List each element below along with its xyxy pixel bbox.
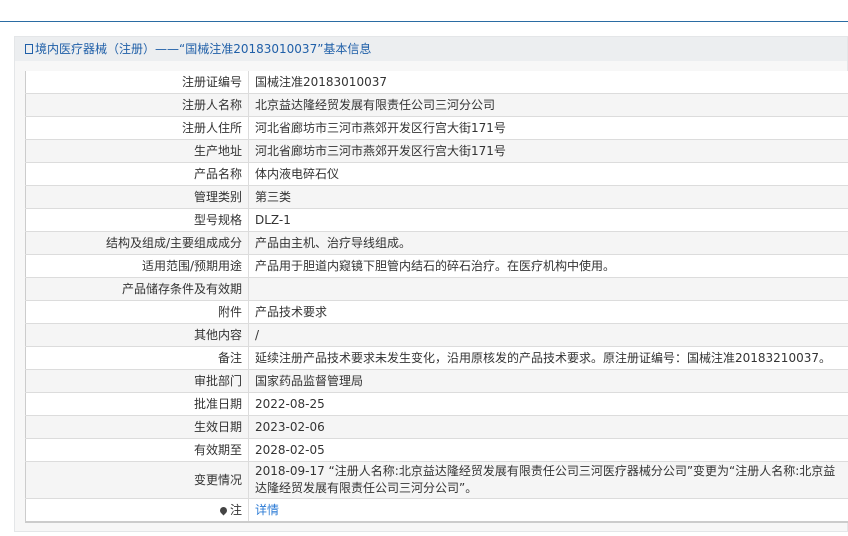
table-row: 生效日期 2023-02-06 <box>25 415 848 439</box>
field-label: 结构及组成/主要组成成分 <box>25 231 249 255</box>
field-value: 2022-08-25 <box>248 392 848 416</box>
table-row: 产品储存条件及有效期 <box>25 277 848 301</box>
field-value: 第三类 <box>248 185 848 209</box>
table-row: 批准日期 2022-08-25 <box>25 392 848 416</box>
field-label: 管理类别 <box>25 185 249 209</box>
field-label: 产品名称 <box>25 162 249 186</box>
field-value: 2018-09-17 “注册人名称:北京益达隆经贸发展有限责任公司三河医疗器械分… <box>248 461 848 499</box>
panel-title: 境内医疗器械（注册）——“国械注准20183010037”基本信息 <box>35 42 372 56</box>
top-divider <box>0 21 848 22</box>
field-label: 注册证编号 <box>25 71 249 94</box>
field-label: 变更情况 <box>25 461 249 499</box>
table-row: 变更情况 2018-09-17 “注册人名称:北京益达隆经贸发展有限责任公司三河医… <box>25 461 848 499</box>
field-value: 产品用于胆道内窥镜下胆管内结石的碎石治疗。在医疗机构中使用。 <box>248 254 848 278</box>
table-row: 型号规格 DLZ-1 <box>25 208 848 232</box>
table-row: 有效期至 2028-02-05 <box>25 438 848 462</box>
field-label: 有效期至 <box>25 438 249 462</box>
field-value: DLZ-1 <box>248 208 848 232</box>
field-value: 延续注册产品技术要求未发生变化，沿用原核发的产品技术要求。原注册证编号：国械注准… <box>248 346 848 370</box>
field-label: 其他内容 <box>25 323 249 347</box>
table-row: 审批部门 国家药品监督管理局 <box>25 369 848 393</box>
table-row: 附件 产品技术要求 <box>25 300 848 324</box>
note-row: 注详情 <box>25 498 848 523</box>
pin-icon <box>218 505 229 515</box>
details-link[interactable]: 详情 <box>255 503 279 517</box>
field-value: 产品技术要求 <box>248 300 848 324</box>
field-label: 附件 <box>25 300 249 324</box>
field-value: 国械注准20183010037 <box>248 71 848 94</box>
panel-header: 境内医疗器械（注册）——“国械注准20183010037”基本信息 <box>15 37 847 61</box>
note-label-cell: 注 <box>25 498 249 523</box>
field-value: / <box>248 323 848 347</box>
field-label: 产品储存条件及有效期 <box>25 277 249 301</box>
table-row: 注册人住所 河北省廊坊市三河市燕郊开发区行宫大街171号 <box>25 116 848 140</box>
field-value <box>248 277 848 301</box>
field-value: 2028-02-05 <box>248 438 848 462</box>
field-label: 生效日期 <box>25 415 249 439</box>
field-value: 国家药品监督管理局 <box>248 369 848 393</box>
table-row: 适用范围/预期用途 产品用于胆道内窥镜下胆管内结石的碎石治疗。在医疗机构中使用。 <box>25 254 848 278</box>
info-table: 注册证编号 国械注准20183010037 注册人名称 北京益达隆经贸发展有限责任公司… <box>25 71 848 523</box>
info-panel: 境内医疗器械（注册）——“国械注准20183010037”基本信息 注册证编号国… <box>14 36 848 532</box>
table-row: 产品名称 体内液电碎石仪 <box>25 162 848 186</box>
field-label: 审批部门 <box>25 369 249 393</box>
note-value: 详情 <box>248 498 848 523</box>
table-row: 备注 延续注册产品技术要求未发生变化，沿用原核发的产品技术要求。原注册证编号：国械… <box>25 346 848 370</box>
field-label: 备注 <box>25 346 249 370</box>
field-value: 2023-02-06 <box>248 415 848 439</box>
field-label: 注册人名称 <box>25 93 249 117</box>
table-row: 结构及组成/主要组成成分 产品由主机、治疗导线组成。 <box>25 231 848 255</box>
field-label: 型号规格 <box>25 208 249 232</box>
field-label: 注册人住所 <box>25 116 249 140</box>
field-label: 批准日期 <box>25 392 249 416</box>
field-value: 河北省廊坊市三河市燕郊开发区行宫大街171号 <box>248 139 848 163</box>
table-row: 其他内容 / <box>25 323 848 347</box>
field-label: 生产地址 <box>25 139 249 163</box>
field-value: 北京益达隆经贸发展有限责任公司三河分公司 <box>248 93 848 117</box>
field-value: 河北省廊坊市三河市燕郊开发区行宫大街171号 <box>248 116 848 140</box>
table-row: 注册人名称 北京益达隆经贸发展有限责任公司三河分公司 <box>25 93 848 117</box>
table-row: 管理类别 第三类 <box>25 185 848 209</box>
note-label: 注 <box>229 502 242 517</box>
table-row: 注册证编号 国械注准20183010037 <box>25 71 848 94</box>
field-value: 体内液电碎石仪 <box>248 162 848 186</box>
field-label: 适用范围/预期用途 <box>25 254 249 278</box>
field-value: 产品由主机、治疗导线组成。 <box>248 231 848 255</box>
table-row: 生产地址 河北省廊坊市三河市燕郊开发区行宫大街171号 <box>25 139 848 163</box>
document-icon <box>25 44 33 54</box>
